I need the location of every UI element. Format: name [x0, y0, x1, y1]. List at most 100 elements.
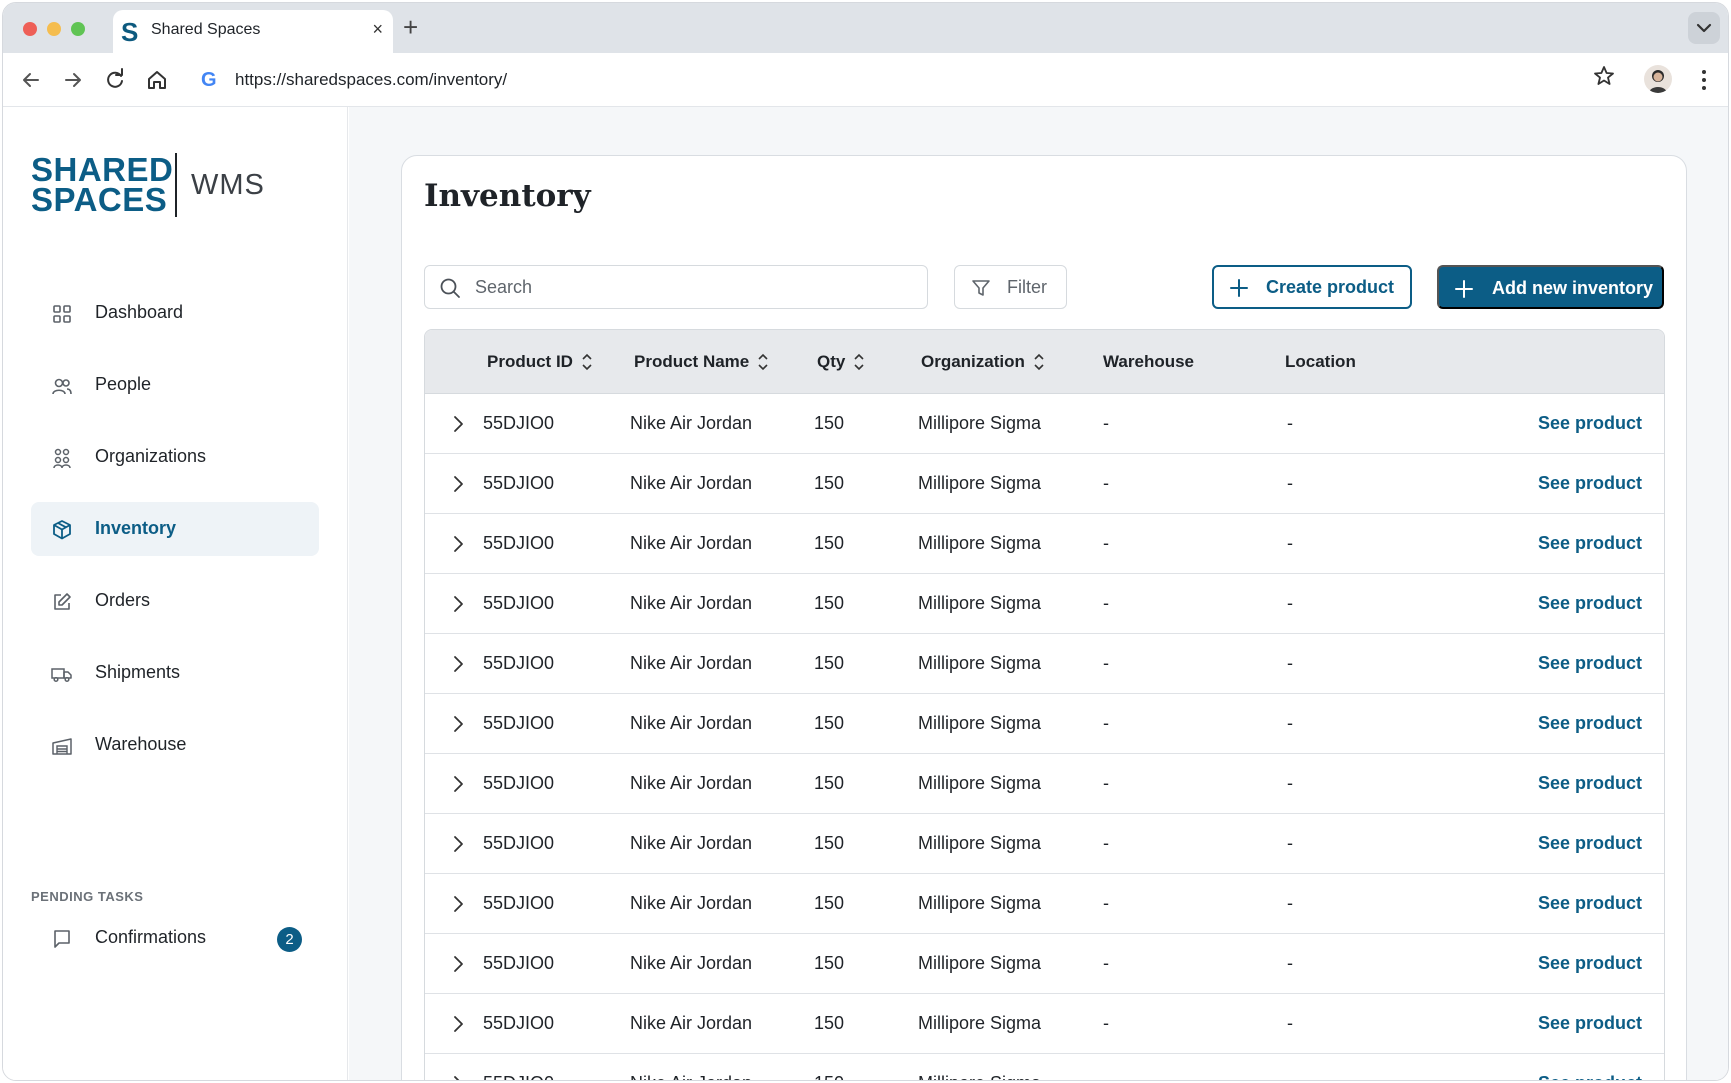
url-text: https://sharedspaces.com/inventory/: [235, 70, 508, 89]
address-bar: G https://sharedspaces.com/inventory/: [3, 53, 1728, 107]
cell-warehouse: -: [1103, 1013, 1109, 1033]
cell-organization: Millipore Sigma: [918, 833, 1042, 853]
see-product-link[interactable]: See product: [1538, 893, 1642, 914]
see-product-link[interactable]: See product: [1538, 953, 1642, 974]
column-header-location: Location: [1285, 352, 1356, 372]
forward-arrow-icon[interactable]: [59, 66, 87, 94]
cell-warehouse: -: [1103, 653, 1109, 673]
tab-close-icon[interactable]: ×: [372, 19, 383, 40]
table-row[interactable]: 55DJIO0 Nike Air Jordan 150 Millipore Si…: [425, 874, 1664, 934]
chevron-right-icon[interactable]: [447, 533, 469, 555]
see-product-link[interactable]: See product: [1538, 593, 1642, 614]
sort-icon: [758, 353, 768, 371]
see-product-link[interactable]: See product: [1538, 773, 1642, 794]
sidebar-item-label: Warehouse: [95, 734, 187, 754]
sidebar-item-shipments[interactable]: Shipments: [31, 646, 319, 700]
table-row[interactable]: 55DJIO0 Nike Air Jordan 150 Millipore Si…: [425, 394, 1664, 454]
sort-icon: [854, 353, 864, 371]
search-input[interactable]: [475, 266, 915, 308]
cell-location: -: [1287, 593, 1293, 613]
browser-tab[interactable]: S Shared Spaces ×: [113, 10, 393, 53]
chevron-right-icon[interactable]: [447, 893, 469, 915]
chevron-right-icon[interactable]: [447, 953, 469, 975]
table-row[interactable]: 55DJIO0 Nike Air Jordan 150 Millipore Si…: [425, 754, 1664, 814]
cell-product-id: 55DJIO0: [483, 413, 555, 433]
sidebar-item-warehouse[interactable]: Warehouse: [31, 718, 319, 772]
chevron-right-icon[interactable]: [447, 713, 469, 735]
see-product-link[interactable]: See product: [1538, 1013, 1642, 1034]
see-product-link[interactable]: See product: [1538, 1073, 1642, 1080]
back-arrow-icon[interactable]: [17, 66, 45, 94]
column-label: Location: [1285, 352, 1356, 371]
reload-icon[interactable]: [101, 66, 129, 94]
table-row[interactable]: 55DJIO0 Nike Air Jordan 150 Millipore Si…: [425, 694, 1664, 754]
brand-logo[interactable]: SHARED SPACES: [31, 153, 173, 218]
logo-suffix: WMS: [191, 169, 265, 201]
cell-location: -: [1287, 1013, 1293, 1033]
table-row[interactable]: 55DJIO0 Nike Air Jordan 150 Millipore Si…: [425, 574, 1664, 634]
more-vertical-icon[interactable]: [1700, 66, 1708, 94]
chevron-right-icon[interactable]: [447, 653, 469, 675]
table-row[interactable]: 55DJIO0 Nike Air Jordan 150 Millipore Si…: [425, 454, 1664, 514]
chevron-right-icon[interactable]: [447, 1013, 469, 1035]
plus-icon: [1455, 280, 1473, 298]
new-tab-button[interactable]: +: [403, 14, 418, 40]
cell-product-name: Nike Air Jordan: [630, 593, 753, 613]
search-box[interactable]: [424, 265, 928, 309]
chevron-right-icon[interactable]: [447, 1073, 469, 1081]
sidebar-item-dashboard[interactable]: Dashboard: [31, 286, 319, 340]
column-header-qty[interactable]: Qty: [817, 352, 865, 372]
table-row[interactable]: 55DJIO0 Nike Air Jordan 150 Millipore Si…: [425, 514, 1664, 574]
sidebar-item-organizations[interactable]: Organizations: [31, 430, 319, 484]
sidebar-item-people[interactable]: People: [31, 358, 319, 412]
table-row[interactable]: 55DJIO0 Nike Air Jordan 150 Millipore Si…: [425, 994, 1664, 1054]
tab-favicon-icon: S: [121, 17, 139, 47]
column-header-product-id[interactable]: Product ID: [487, 352, 593, 372]
home-icon[interactable]: [143, 66, 171, 94]
plus-icon: [1230, 279, 1248, 297]
cell-product-id: 55DJIO0: [483, 1013, 555, 1033]
sidebar-item-orders[interactable]: Orders: [31, 574, 319, 628]
see-product-link[interactable]: See product: [1538, 533, 1642, 554]
table-row[interactable]: 55DJIO0 Nike Air Jordan 150 Millipore Si…: [425, 934, 1664, 994]
see-product-link[interactable]: See product: [1538, 413, 1642, 434]
cell-product-id: 55DJIO0: [483, 533, 555, 553]
chevron-right-icon[interactable]: [447, 593, 469, 615]
chevron-right-icon[interactable]: [447, 833, 469, 855]
chevron-right-icon[interactable]: [447, 413, 469, 435]
see-product-link[interactable]: See product: [1538, 833, 1642, 854]
logo-line-2: SPACES: [31, 181, 168, 218]
cell-qty: 150: [814, 593, 845, 613]
column-header-organization[interactable]: Organization: [921, 352, 1045, 372]
add-new-inventory-button[interactable]: Add new inventory: [1437, 265, 1664, 309]
bookmark-star-icon[interactable]: [1592, 64, 1616, 88]
sidebar-item-inventory[interactable]: Inventory: [31, 502, 319, 556]
cell-product-id: 55DJIO0: [483, 953, 555, 973]
create-product-label: Create product: [1266, 277, 1395, 297]
filter-button[interactable]: Filter: [954, 265, 1067, 309]
sidebar-item-confirmations[interactable]: Confirmations 2: [31, 911, 319, 965]
see-product-link[interactable]: See product: [1538, 473, 1642, 494]
chevron-right-icon[interactable]: [447, 773, 469, 795]
cell-organization: Millipore Sigma: [918, 893, 1042, 913]
maximize-window-button[interactable]: [71, 22, 85, 36]
cell-warehouse: -: [1103, 473, 1109, 493]
see-product-link[interactable]: See product: [1538, 653, 1642, 674]
column-header-product-name[interactable]: Product Name: [634, 352, 769, 372]
minimize-window-button[interactable]: [47, 22, 61, 36]
close-window-button[interactable]: [23, 22, 37, 36]
tab-search-button[interactable]: [1688, 12, 1720, 44]
cell-qty: 150: [814, 653, 845, 673]
table-row[interactable]: 55DJIO0 Nike Air Jordan 150 Millipore Si…: [425, 634, 1664, 694]
url-field[interactable]: G https://sharedspaces.com/inventory/: [193, 61, 1623, 99]
profile-avatar[interactable]: [1644, 65, 1672, 93]
sort-icon: [582, 353, 592, 371]
cell-qty: 150: [814, 1073, 844, 1080]
see-product-link[interactable]: See product: [1538, 713, 1642, 734]
cell-warehouse: -: [1103, 533, 1109, 553]
table-row[interactable]: 55DJIO0 Nike Air Jordan 150 Millipore Si…: [425, 1054, 1664, 1081]
cell-product-name: Nike Air Jordan: [630, 953, 753, 973]
table-row[interactable]: 55DJIO0 Nike Air Jordan 150 Millipore Si…: [425, 814, 1664, 874]
chevron-right-icon[interactable]: [447, 473, 469, 495]
create-product-button[interactable]: Create product: [1212, 265, 1412, 309]
